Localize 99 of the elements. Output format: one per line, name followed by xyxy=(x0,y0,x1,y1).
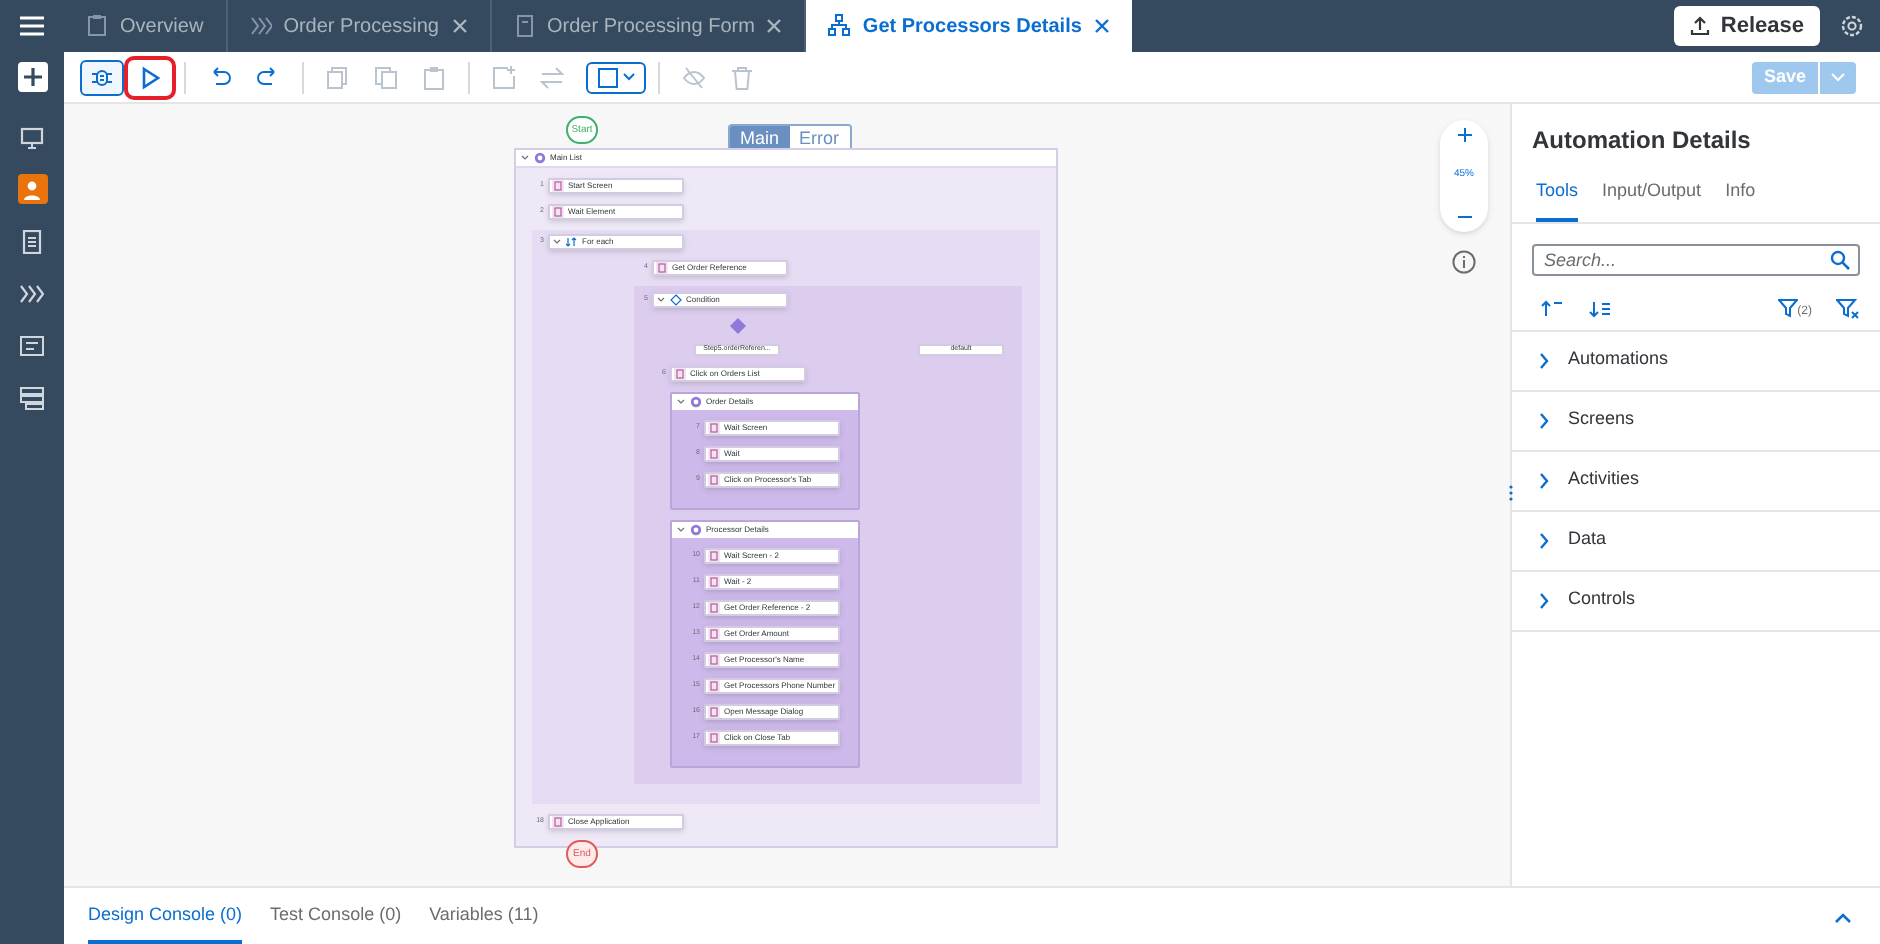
activity-icon xyxy=(708,732,720,744)
activity-icon xyxy=(674,368,686,380)
square-icon xyxy=(597,67,617,87)
clipboard-icon xyxy=(422,65,446,89)
chevrons-icon xyxy=(20,281,44,305)
search-icon[interactable] xyxy=(1830,249,1850,269)
activity-icon xyxy=(552,180,564,192)
activity-icon xyxy=(708,680,720,692)
sidebar-item[interactable] xyxy=(17,122,47,152)
category-row[interactable]: Automations xyxy=(1512,331,1880,391)
loop-icon xyxy=(566,236,578,248)
run-button[interactable] xyxy=(128,59,172,95)
flow-icon xyxy=(828,14,851,38)
panel-title: Automation Details xyxy=(1530,124,1753,158)
panel-tab[interactable]: Info xyxy=(1725,178,1756,221)
swap-icon xyxy=(540,65,564,89)
debug-button[interactable] xyxy=(80,59,124,95)
upload-icon xyxy=(1690,16,1711,36)
sort-descending-icon[interactable] xyxy=(1588,299,1612,317)
sort-ascending-icon[interactable] xyxy=(1540,299,1564,317)
console-tab[interactable]: Variables (11) xyxy=(429,890,539,944)
zoom-out-icon[interactable] xyxy=(1457,210,1471,224)
document-icon xyxy=(20,229,44,253)
copy-icon xyxy=(326,65,350,89)
sidebar-item[interactable] xyxy=(17,226,47,256)
chevron-icon[interactable] xyxy=(676,398,686,406)
panel-tab[interactable]: Input/Output xyxy=(1602,178,1702,221)
menu-icon[interactable] xyxy=(20,16,44,36)
activity-icon xyxy=(552,206,564,218)
condition-icon xyxy=(670,294,682,306)
chevron-icon[interactable] xyxy=(656,296,666,304)
chevron-icon xyxy=(1538,411,1550,429)
activity-icon xyxy=(708,448,720,460)
activity-icon xyxy=(656,262,668,274)
tab[interactable]: Get Processors Details xyxy=(806,0,1132,52)
add-button[interactable] xyxy=(17,62,47,92)
grip-icon[interactable] xyxy=(1508,484,1514,502)
tab[interactable]: Order Processing xyxy=(227,0,491,52)
activity-icon xyxy=(708,628,720,640)
activity-icon xyxy=(708,602,720,614)
undo-icon xyxy=(208,65,232,89)
list-icon xyxy=(20,333,44,357)
filter-icon xyxy=(1777,298,1798,318)
category-row[interactable]: Screens xyxy=(1512,391,1880,451)
tree-icon xyxy=(20,385,44,409)
chevron-up-icon[interactable] xyxy=(1834,911,1852,923)
caret-icon xyxy=(1830,72,1846,82)
group-icon xyxy=(690,396,702,408)
diamond-icon xyxy=(730,318,746,334)
add-frame-icon xyxy=(492,65,516,89)
activity-icon xyxy=(708,422,720,434)
chevron-icon xyxy=(1538,591,1550,609)
activity-icon xyxy=(552,816,564,828)
zoom-in-icon[interactable] xyxy=(1457,128,1471,142)
release-button[interactable]: Release xyxy=(1674,6,1820,46)
chevron-icon xyxy=(1538,531,1550,549)
chevron-icon xyxy=(1538,471,1550,489)
person-icon xyxy=(20,177,44,201)
redo-icon xyxy=(256,65,280,89)
plus-icon xyxy=(23,68,41,86)
play-icon xyxy=(138,65,162,89)
sidebar-item[interactable] xyxy=(17,382,47,412)
info-icon[interactable] xyxy=(1452,250,1476,274)
caret-icon xyxy=(621,72,635,82)
activity-icon xyxy=(708,654,720,666)
chevron-icon[interactable] xyxy=(552,238,562,246)
search-field[interactable]: Search... xyxy=(1532,243,1860,275)
activity-icon xyxy=(708,706,720,718)
duplicate-icon xyxy=(374,65,398,89)
category-row[interactable]: Activities xyxy=(1512,451,1880,511)
close-icon[interactable] xyxy=(766,18,783,34)
clear-filter-icon[interactable] xyxy=(1836,297,1860,319)
bug-icon xyxy=(90,65,114,89)
hide-icon xyxy=(682,65,706,89)
selection-button[interactable] xyxy=(586,61,646,93)
sidebar-item[interactable] xyxy=(17,174,47,204)
chevron-icon xyxy=(1538,351,1550,369)
clipboard-icon xyxy=(86,14,108,38)
console-tab[interactable]: Design Console (0) xyxy=(88,890,243,944)
document-icon xyxy=(513,14,535,38)
activity-icon xyxy=(708,576,720,588)
sidebar-item[interactable] xyxy=(17,330,47,360)
chevron-icon[interactable] xyxy=(520,154,530,162)
panel-tab[interactable]: Tools xyxy=(1536,178,1579,221)
group-icon xyxy=(534,152,546,164)
close-icon[interactable] xyxy=(451,18,467,34)
delete-icon xyxy=(730,65,754,89)
settings-icon[interactable] xyxy=(1840,14,1864,38)
category-row[interactable]: Controls xyxy=(1512,571,1880,631)
group-icon xyxy=(690,524,702,536)
chevrons-icon xyxy=(249,14,272,38)
activity-icon xyxy=(708,550,720,562)
category-row[interactable]: Data xyxy=(1512,511,1880,571)
monitor-icon xyxy=(20,125,44,149)
activity-icon xyxy=(708,474,720,486)
chevron-icon[interactable] xyxy=(676,526,686,534)
tab[interactable]: Overview xyxy=(64,0,228,52)
console-tab[interactable]: Test Console (0) xyxy=(270,890,402,944)
close-icon[interactable] xyxy=(1093,18,1110,34)
